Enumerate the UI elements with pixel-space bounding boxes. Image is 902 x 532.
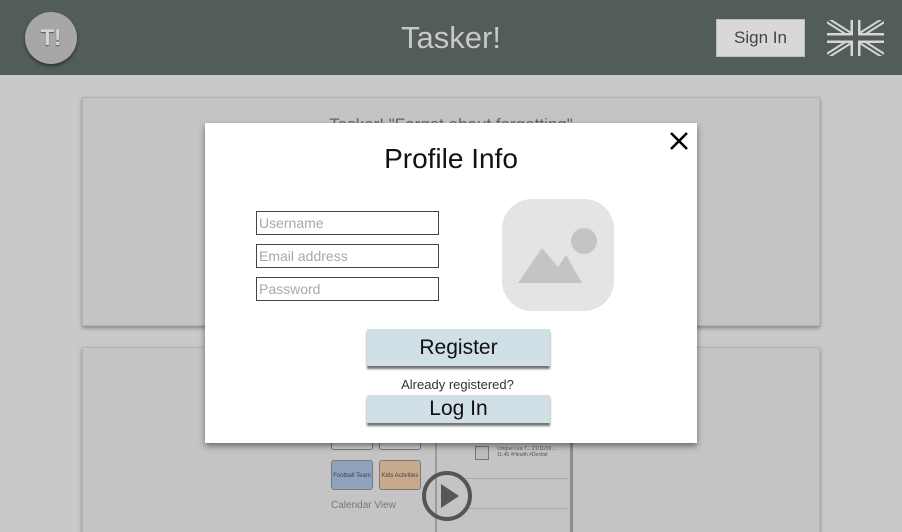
username-input[interactable] (256, 211, 439, 235)
divider (463, 478, 569, 479)
sign-in-button[interactable]: Sign In (716, 19, 805, 57)
profile-info-modal: Profile Info Register Already registered… (205, 123, 697, 443)
log-in-button[interactable]: Log In (367, 395, 550, 423)
preview-item-text: Unique Lea T... 21/11/19 ... 11:45 #Heal… (497, 446, 557, 458)
register-button[interactable]: Register (367, 329, 550, 366)
app-header: T! Tasker! Sign In (0, 0, 902, 75)
already-registered-text: Already registered? (401, 377, 514, 392)
email-input[interactable] (256, 244, 439, 268)
divider (463, 508, 569, 509)
image-placeholder-icon (518, 228, 597, 283)
play-icon[interactable] (421, 470, 473, 522)
preview-tile-kids: Kids Activities (379, 460, 421, 490)
preview-tile-football: Football Team (331, 460, 373, 490)
password-input[interactable] (256, 277, 439, 301)
avatar-upload[interactable] (502, 199, 614, 311)
uk-flag-icon[interactable] (827, 20, 884, 56)
modal-title: Profile Info (384, 143, 518, 174)
close-icon[interactable] (665, 127, 693, 155)
calendar-view-label: Calendar View (331, 500, 396, 511)
preview-checkbox (475, 446, 489, 460)
